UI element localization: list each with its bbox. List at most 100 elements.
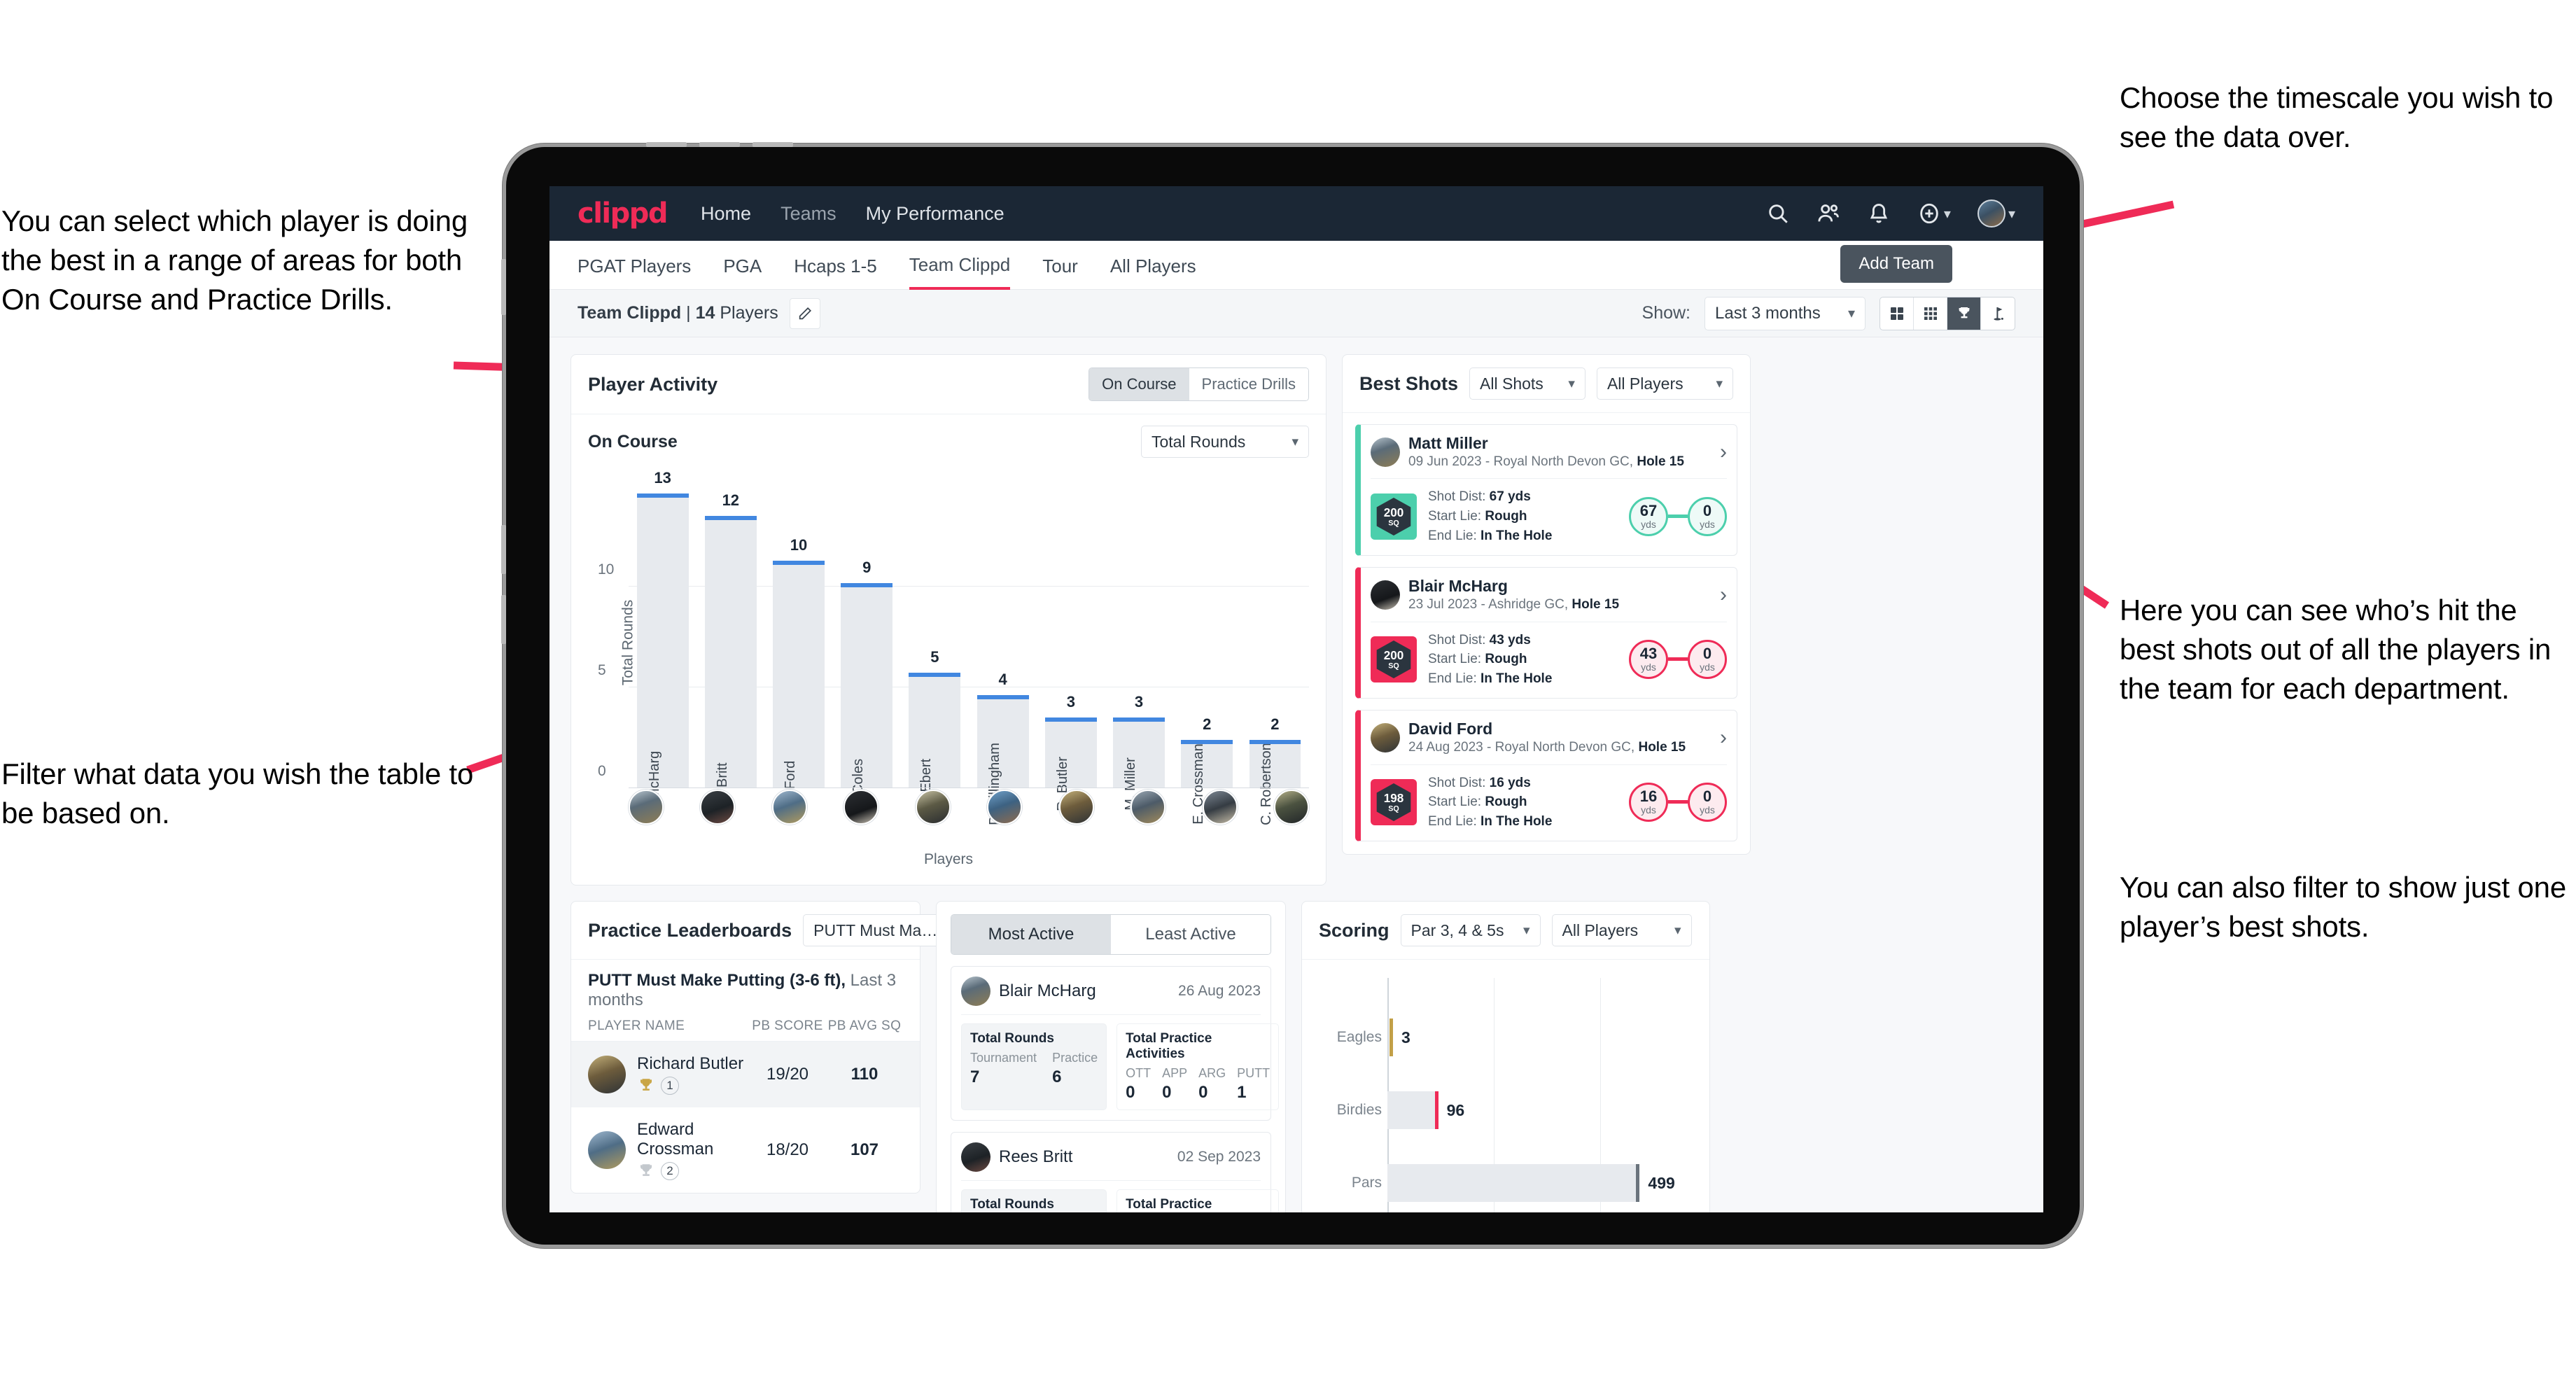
chart-player-avatar[interactable] — [1202, 790, 1238, 825]
chart-bar-column[interactable]: 10 D. Ford — [764, 475, 832, 807]
rounds-col-tournament: Tournament — [970, 1051, 1037, 1065]
rounds-col-practice: Practice — [1052, 1051, 1098, 1065]
tab-team-clippd[interactable]: Team Clippd — [909, 240, 1011, 290]
scoring-player-filter[interactable]: All Players ▾ — [1551, 914, 1692, 946]
activity-date: 02 Sep 2023 — [1177, 1149, 1261, 1165]
chart-bar-column[interactable]: 3 M. Miller — [1105, 475, 1172, 811]
chart-player-avatar[interactable] — [987, 790, 1023, 825]
chart-bar-column[interactable]: 9 J. Coles — [833, 475, 901, 809]
team-tabs: PGAT Players PGA Hcaps 1-5 Team Clippd T… — [550, 241, 2043, 290]
svg-text:200: 200 — [1384, 506, 1404, 519]
tab-pga[interactable]: PGA — [723, 241, 762, 288]
best-shot-card[interactable]: David Ford 24 Aug 2023 - Royal North Devo… — [1355, 710, 1737, 842]
edit-team-button[interactable] — [789, 298, 820, 329]
people-icon[interactable] — [1816, 202, 1840, 225]
chart-player-avatar[interactable] — [771, 790, 807, 825]
table-row[interactable]: Richard Butler 1 19/20 110 — [571, 1042, 920, 1107]
best-shots-shot-filter[interactable]: All Shots ▾ — [1469, 368, 1586, 400]
shot-distance-dumbbell: 43 yds 0 yds — [1629, 639, 1727, 679]
chart-player-avatar[interactable] — [629, 790, 664, 825]
chart-bar-column[interactable]: 12 R. Britt — [696, 475, 764, 806]
chart-player-avatar[interactable] — [844, 790, 879, 825]
chart-bars: 13 B. McHarg 12 R. Britt 10 D. Ford 9 J. Coles 5… — [629, 469, 1309, 825]
user-menu[interactable]: ▾ — [1977, 200, 2015, 227]
scoring-bar-value: 499 — [1648, 1173, 1675, 1192]
scoring-bar-row[interactable]: Birdies 96 — [1337, 1091, 1688, 1129]
chevron-right-icon[interactable]: › — [1720, 584, 1727, 606]
avatar[interactable] — [1977, 200, 2005, 227]
segment-on-course[interactable]: On Course — [1089, 368, 1189, 400]
add-team-tooltip[interactable]: Add Team — [1840, 245, 1952, 283]
best-shot-card[interactable]: Blair McHarg 23 Jul 2023 - Ashridge GC, H… — [1355, 567, 1737, 699]
svg-text:SQ: SQ — [1388, 519, 1399, 527]
view-grid-large-button[interactable] — [1880, 297, 1914, 330]
plus-circle-icon[interactable] — [1917, 202, 1941, 225]
chart-bar-column[interactable]: 3 R. Butler — [1037, 475, 1105, 811]
view-grid-small-button[interactable] — [1914, 297, 1947, 330]
view-trophy-button[interactable] — [1947, 297, 1981, 330]
scoring-par-filter[interactable]: Par 3, 4 & 5s ▾ — [1400, 914, 1541, 946]
tab-least-active[interactable]: Least Active — [1111, 915, 1270, 954]
chart-bar-value: 13 — [654, 469, 671, 486]
best-shots-card: Best Shots All Shots ▾ All Players ▾ Mat… — [1342, 354, 1751, 855]
best-shot-details: Shot Dist: 67 yds Start Lie: Rough End Lie… — [1428, 489, 1553, 543]
best-shot-details: Shot Dist: 43 yds Start Lie: Rough End Lie… — [1428, 632, 1553, 686]
chart-bar-column[interactable]: 2 C. Robertson — [1241, 475, 1309, 825]
activity-cards-list: Blair McHarg 26 Aug 2023 Total Rounds Tourn… — [937, 966, 1285, 1212]
best-shot-card[interactable]: Matt Miller 09 Jun 2023 - Royal North Dev… — [1355, 424, 1737, 556]
tab-tour[interactable]: Tour — [1042, 241, 1078, 288]
timescale-select[interactable]: Last 3 months ▾ — [1704, 296, 1865, 330]
chart-bar-column[interactable]: 4 D. Billingham — [969, 475, 1037, 825]
activity-card[interactable]: Blair McHarg 26 Aug 2023 Total Rounds Tourn… — [951, 966, 1280, 1121]
table-row[interactable]: Edward Crossman 2 18/20 107 — [571, 1107, 920, 1193]
team-players-word: Players — [720, 303, 778, 323]
activity-player-name: Blair McHarg — [999, 981, 1096, 1000]
clippd-logo[interactable]: clippd — [578, 197, 668, 230]
scoring-header: Scoring Par 3, 4 & 5s ▾ All Players ▾ — [1302, 902, 1709, 960]
activity-card[interactable]: Rees Britt 02 Sep 2023 Total RoundsTournam… — [951, 1132, 1280, 1212]
svg-text:198: 198 — [1384, 792, 1404, 805]
chart-player-avatar[interactable] — [915, 790, 951, 825]
tab-all-players[interactable]: All Players — [1110, 241, 1196, 288]
chart-bar-column[interactable]: 2 E. Crossman — [1173, 475, 1241, 825]
nav-link-teams[interactable]: Teams — [780, 203, 836, 225]
chart-bar-column[interactable]: 13 B. McHarg — [629, 469, 696, 817]
best-shots-header: Best Shots All Shots ▾ All Players ▾ — [1343, 355, 1750, 413]
chart-player-avatar[interactable] — [700, 790, 736, 825]
chart-y-tick-5: 5 — [598, 662, 606, 679]
avatar — [588, 1131, 626, 1169]
dashboard-content: Player Activity On Course Practice Drill… — [550, 337, 2043, 1212]
best-shots-player-filter[interactable]: All Players ▾ — [1596, 368, 1733, 400]
tab-pgat-players[interactable]: PGAT Players — [578, 241, 691, 288]
tab-hcaps-1-5[interactable]: Hcaps 1-5 — [794, 241, 877, 288]
screenshot-root: You can select which player is doing the… — [0, 0, 2576, 1386]
team-separator: | — [686, 303, 691, 323]
chart-bar-value: 5 — [930, 648, 939, 666]
add-menu[interactable]: ▾ — [1917, 202, 1951, 225]
best-shot-player-name: Matt Miller — [1408, 434, 1488, 452]
player-activity-title: Player Activity — [588, 373, 718, 395]
chart-player-avatar[interactable] — [1273, 790, 1309, 825]
chart-player-avatar[interactable] — [1058, 790, 1094, 825]
chart-bar-column[interactable]: 5 E. Ebert — [901, 475, 969, 809]
toolbar-right: Show: Last 3 months ▾ — [1642, 296, 2015, 330]
nav-link-my-performance[interactable]: My Performance — [866, 203, 1004, 225]
view-golf-flag-button[interactable] — [1981, 298, 2015, 330]
search-icon[interactable] — [1766, 202, 1790, 225]
chart-bar-value: 3 — [1066, 693, 1075, 710]
bell-icon[interactable] — [1867, 202, 1891, 225]
scoring-bar-row[interactable]: Pars 499 — [1352, 1164, 1688, 1202]
scoring-bar-row[interactable]: Eagles 3 — [1337, 1018, 1688, 1056]
scoring-player-filter-value: All Players — [1562, 920, 1639, 939]
best-shot-meta: 09 Jun 2023 - Royal North Devon GC, Hole… — [1408, 454, 1684, 469]
segment-practice-drills[interactable]: Practice Drills — [1189, 368, 1308, 400]
svg-text:200: 200 — [1384, 649, 1404, 662]
chevron-right-icon[interactable]: › — [1720, 727, 1727, 748]
chevron-right-icon[interactable]: › — [1720, 441, 1727, 463]
nav-link-home[interactable]: Home — [701, 203, 751, 225]
tab-most-active[interactable]: Most Active — [951, 915, 1111, 954]
view-mode-toggle — [1879, 296, 2015, 330]
chart-player-avatar[interactable] — [1130, 790, 1166, 825]
metric-select[interactable]: Total Rounds ▾ — [1141, 426, 1309, 458]
rank-badge: 2 — [661, 1162, 679, 1180]
